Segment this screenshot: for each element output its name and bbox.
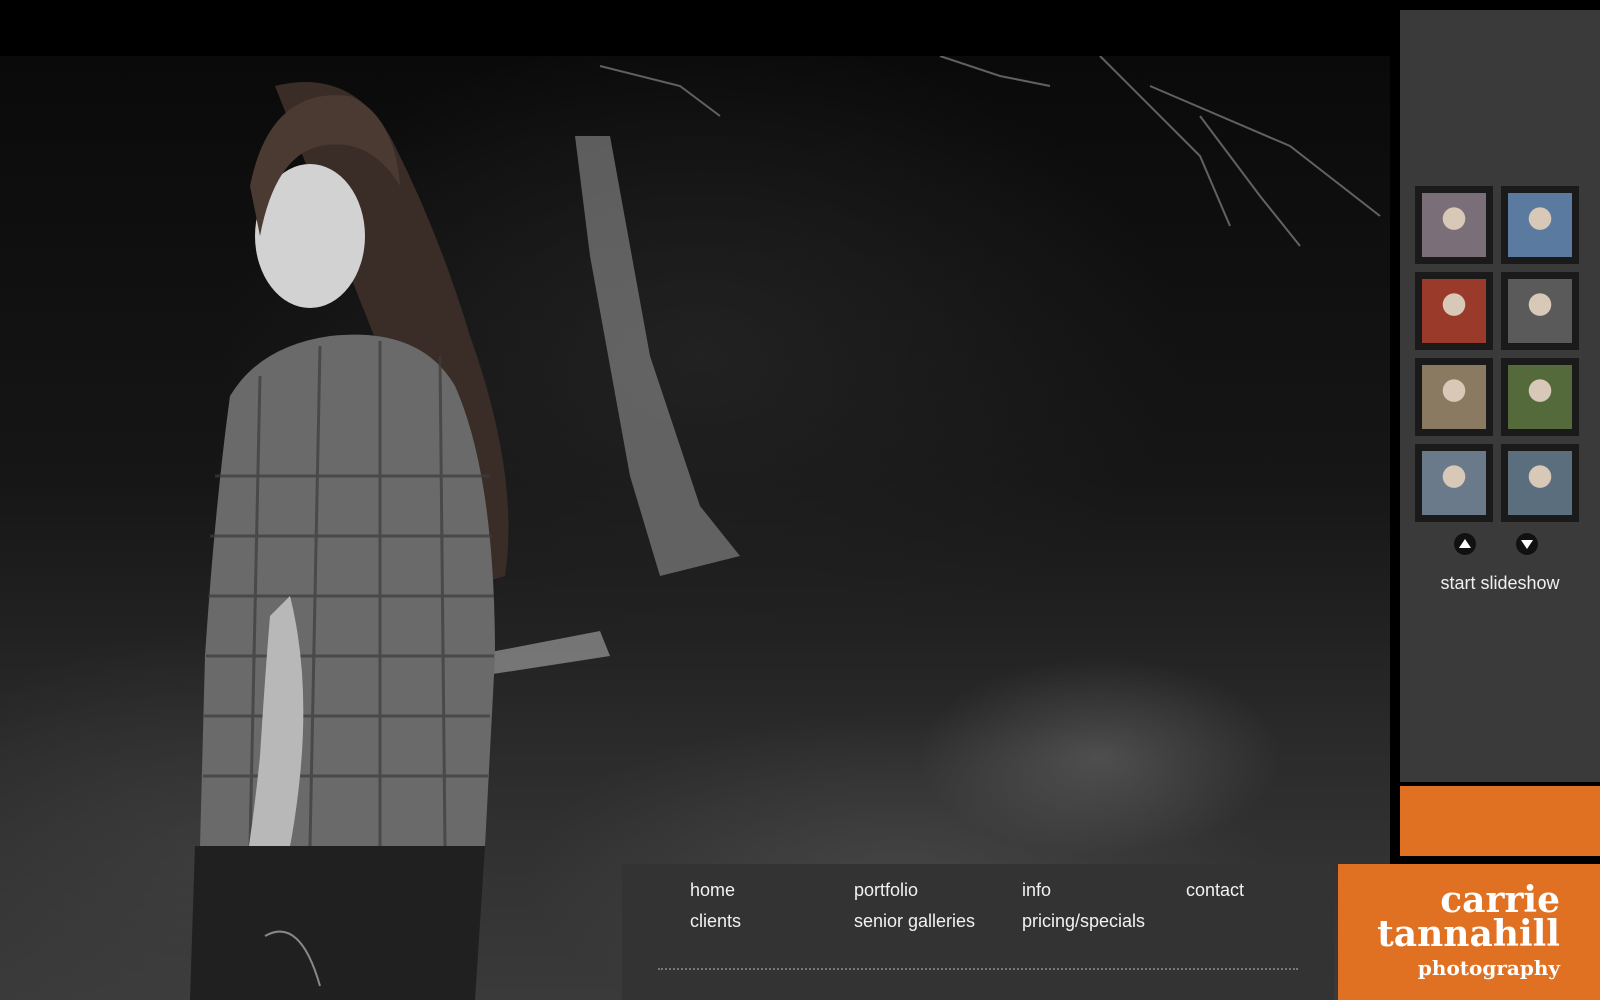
brand-logo[interactable]: carrie tannahill photography — [1338, 864, 1600, 1000]
thumbnail-photo — [1422, 193, 1486, 257]
hero-illustration — [190, 56, 1381, 1000]
thumbnail-photo — [1508, 193, 1572, 257]
nav-portfolio[interactable]: portfolio — [854, 880, 918, 901]
thumbnail-photo — [1422, 451, 1486, 515]
start-slideshow-link[interactable]: start slideshow — [1400, 573, 1600, 594]
arrow-up-icon[interactable] — [1454, 533, 1476, 555]
nav-pricing-specials[interactable]: pricing/specials — [1022, 911, 1145, 932]
gallery-thumbnail[interactable] — [1501, 186, 1579, 264]
thumbnail-photo — [1508, 365, 1572, 429]
thumbnail-scroll-controls — [1400, 533, 1600, 557]
arrow-down-icon[interactable] — [1516, 533, 1538, 555]
gallery-thumbnail[interactable] — [1415, 444, 1493, 522]
gallery-thumbnail[interactable] — [1501, 444, 1579, 522]
nav-divider — [658, 968, 1298, 970]
logo-line-2: tannahill — [1377, 913, 1560, 955]
nav-info[interactable]: info — [1022, 880, 1051, 901]
gallery-thumbnail[interactable] — [1415, 358, 1493, 436]
thumbnail-grid — [1415, 186, 1579, 522]
gallery-thumbnail[interactable] — [1415, 186, 1493, 264]
gallery-thumbnail[interactable] — [1501, 358, 1579, 436]
thumbnail-photo — [1508, 451, 1572, 515]
nav-clients[interactable]: clients — [690, 911, 741, 932]
thumbnail-photo — [1422, 365, 1486, 429]
main-navigation: home portfolio info contact clients seni… — [622, 864, 1334, 1000]
nav-contact[interactable]: contact — [1186, 880, 1244, 901]
gallery-thumbnail[interactable] — [1501, 272, 1579, 350]
nav-senior-galleries[interactable]: senior galleries — [854, 911, 975, 932]
thumbnail-photo — [1508, 279, 1572, 343]
gallery-thumbnail[interactable] — [1415, 272, 1493, 350]
thumbnail-sidebar: start slideshow — [1400, 10, 1600, 782]
nav-home[interactable]: home — [690, 880, 735, 901]
thumbnail-photo — [1422, 279, 1486, 343]
hero-photo — [0, 56, 1390, 1000]
logo-line-3: photography — [1417, 956, 1560, 980]
accent-block — [1400, 786, 1600, 856]
